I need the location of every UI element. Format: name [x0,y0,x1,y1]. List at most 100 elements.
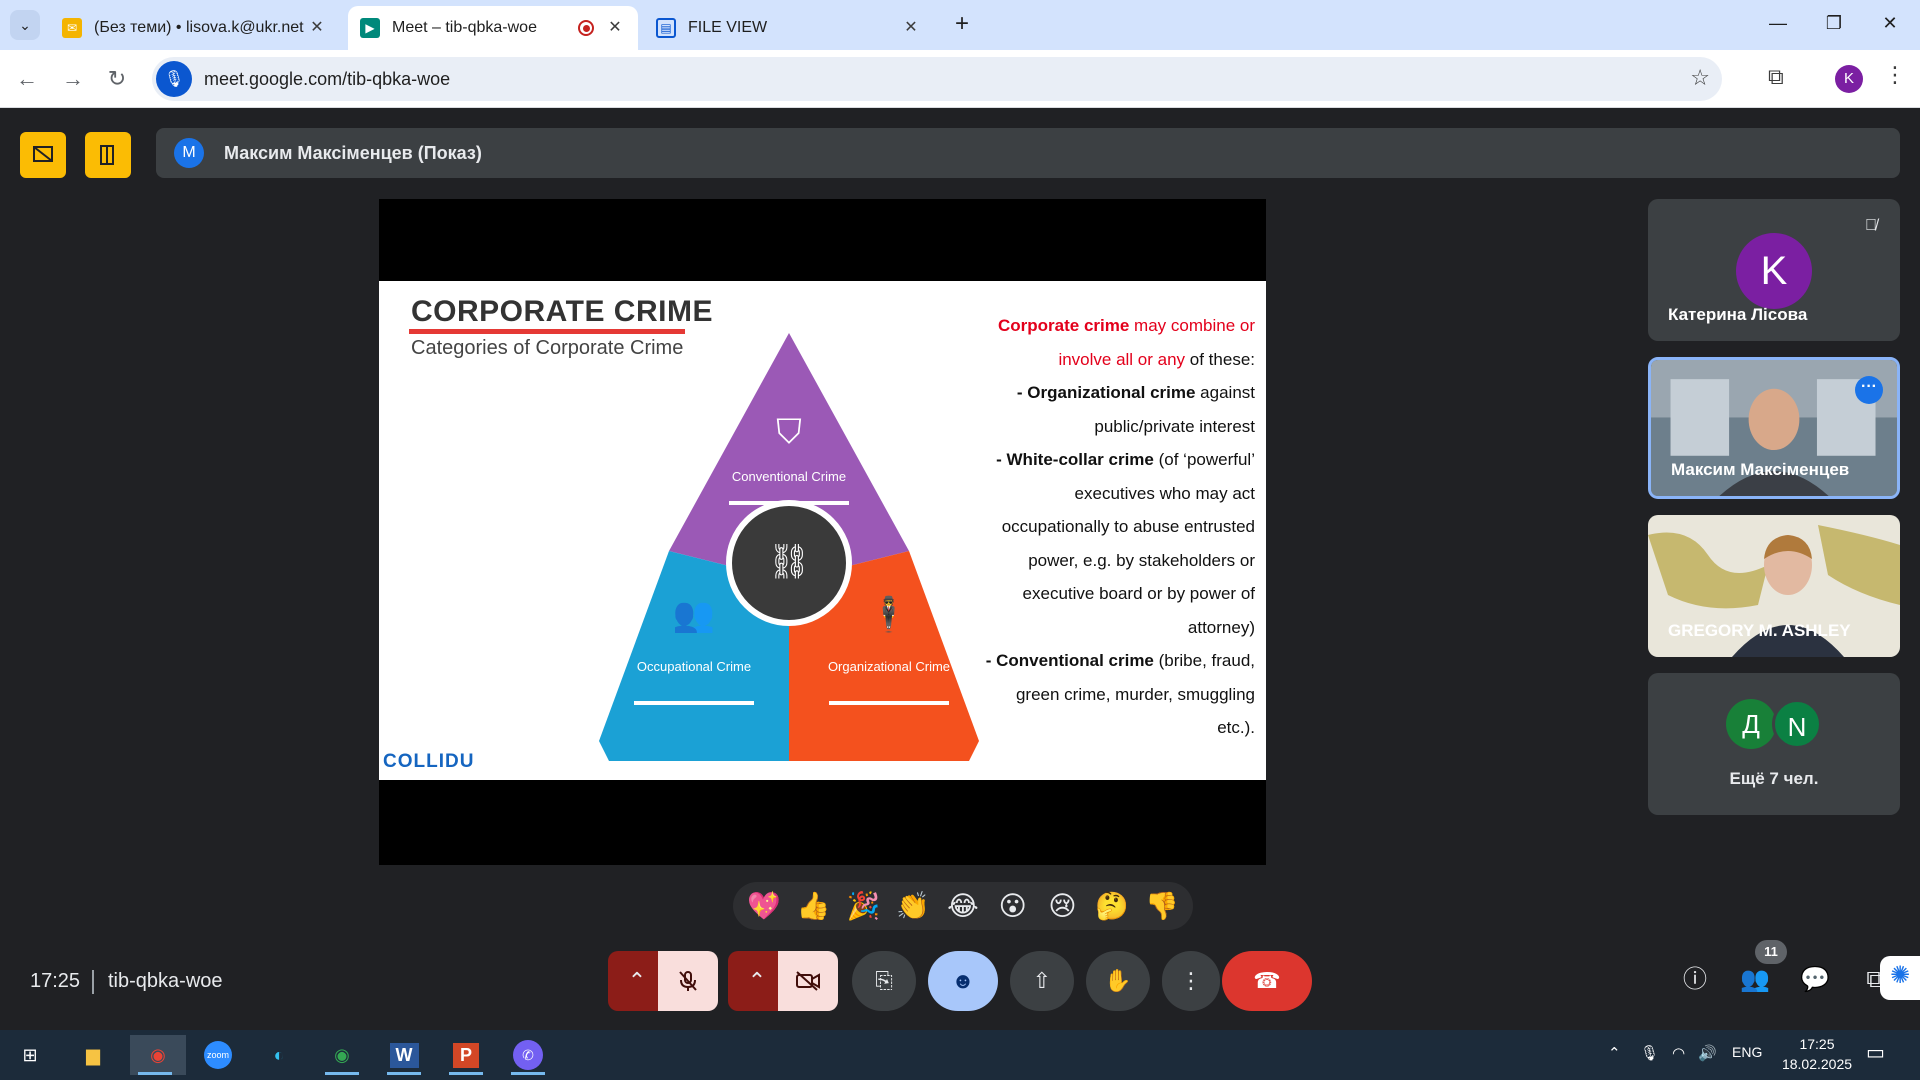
presentation-stage[interactable]: CORPORATE CRIME Categories of Corporate … [379,199,1266,865]
meeting-code: tib-qbka-woe [108,970,223,992]
tab-title: FILE VIEW [688,19,768,36]
segment-label-conventional: Conventional Crime [732,469,846,484]
notifications-icon[interactable]: ▭ [1866,1040,1885,1065]
chevron-up-icon: ⌃ [627,968,647,993]
reaction-heart[interactable]: 💖 [744,886,784,926]
raise-hand-button[interactable]: ✋ [1086,951,1150,1011]
slide-item-bold: - Conventional crime [985,651,1154,670]
reaction-sad[interactable]: 😢 [1042,886,1082,926]
extensions-icon[interactable]: ⧉ [1768,64,1784,90]
segment-label-organizational: Organizational Crime [828,659,950,674]
businessman-icon: 🕴 [868,595,910,635]
participant-tile-active[interactable]: ··· Максим Максіменцев [1648,357,1900,499]
reaction-laugh[interactable]: 😂 [943,886,983,926]
tab-strip: ⌄ ✉ (Без теми) • lisova.k@ukr.net ✕ ▶ Me… [0,0,1920,50]
present-screen-icon: ⇧ [1032,968,1052,993]
mail-icon: ✉ [62,18,82,38]
close-tab-button[interactable]: ✕ [604,17,626,39]
handcuffs-icon: ⛓ [767,542,810,582]
taskbar-date: 18.02.2025 [1781,1056,1853,1072]
tray-chevron-icon[interactable]: ⌃ [1608,1044,1621,1062]
layout-icon[interactable] [85,132,131,178]
volume-icon[interactable]: 🔊 [1698,1044,1717,1062]
more-options-button[interactable]: ⋮ [1162,951,1220,1011]
chrome-profile-icon[interactable]: ◉ [317,1035,367,1075]
captions-icon: ⎘ [875,968,893,993]
mic-off-icon [679,971,697,991]
browser-menu-icon[interactable]: ⋮ [1884,62,1906,88]
tab-meet[interactable]: ▶ Meet – tib-qbka-woe ✕ [348,6,638,50]
presenter-avatar: M [174,138,204,168]
edge-icon[interactable]: ◐ [254,1035,304,1075]
more-participants-label: Ещё 7 чел. [1729,769,1819,788]
stop-presenting-icon[interactable] [20,132,66,178]
address-bar[interactable]: 🎙 meet.google.com/tib-qbka-woe ☆ [152,57,1722,101]
segment-bar [729,501,849,505]
close-window-icon[interactable]: ✕ [1870,8,1910,38]
slide-item-bold: - White-collar crime [996,450,1154,469]
reaction-clap[interactable]: 👏 [893,886,933,926]
camera-toggle-button[interactable] [778,951,838,1011]
tab-search-button[interactable]: ⌄ [10,10,40,40]
recording-icon [578,20,594,36]
more-participants-tile[interactable]: Д N Ещё 7 чел. [1648,673,1900,815]
gemini-icon[interactable]: ✺ [1880,956,1920,1000]
reaction-party[interactable]: 🎉 [843,886,883,926]
microphone-icon[interactable]: 🎙 [156,61,192,97]
reload-icon[interactable]: ↻ [102,64,132,94]
profile-avatar[interactable]: K [1835,65,1863,93]
captions-button[interactable]: ⎘ [852,951,916,1011]
slide-text-intro: of these: [1185,349,1255,369]
back-icon[interactable]: ← [12,64,42,94]
reaction-thumbs-down[interactable]: 👎 [1142,886,1182,926]
viber-icon[interactable]: ✆ [503,1035,553,1075]
wifi-icon[interactable]: ◠ [1672,1044,1685,1062]
reaction-thinking[interactable]: 🤔 [1092,886,1132,926]
chrome-taskbar-icon[interactable]: ◉ [130,1035,186,1075]
browser-toolbar: ← → ↻ 🎙 meet.google.com/tib-qbka-woe ☆ ⧉… [0,50,1920,108]
close-tab-button[interactable]: ✕ [306,17,328,39]
tray-mic-icon[interactable]: 🎙 [1640,1044,1659,1062]
hand-icon: ✋ [1104,968,1132,993]
close-tab-button[interactable]: ✕ [900,17,922,39]
participant-avatar: N [1772,699,1822,749]
taskbar-time: 17:25 [1799,1036,1835,1052]
badge-icon: ⛉ [776,412,802,452]
powerpoint-icon[interactable]: P [441,1035,491,1075]
windows-start-icon[interactable]: ⊞ [5,1035,55,1075]
word-icon[interactable]: W [379,1035,429,1075]
tab-file-view[interactable]: ▤ FILE VIEW ✕ [644,6,934,50]
tab-title: (Без теми) • lisova.k@ukr.net [94,19,304,36]
reaction-surprised[interactable]: 😮 [993,886,1033,926]
language-indicator[interactable]: ENG [1732,1044,1762,1060]
forward-icon[interactable]: → [58,64,88,94]
emoji-icon: ☻ [951,968,975,993]
meeting-clock: 17:25 [30,970,81,992]
phone-hangup-icon: ☎ [1253,968,1281,993]
people-icon[interactable]: 👥 [1735,960,1775,1000]
participant-name: GREGORY M. ASHLEY [1668,621,1851,640]
present-button[interactable]: ⇧ [1010,951,1074,1011]
taskbar-clock[interactable]: 17:25 18.02.2025 [1772,1034,1862,1074]
reaction-thumbs-up[interactable]: 👍 [794,886,834,926]
file-explorer-icon[interactable]: ▆ [68,1035,118,1075]
participant-name: Максим Максіменцев [1671,460,1850,479]
participant-tile[interactable]: GREGORY M. ASHLEY [1648,515,1900,657]
slide-item-bold: - Organizational crime [1016,383,1196,402]
zoom-icon[interactable]: zoom [193,1035,243,1075]
chat-icon[interactable]: 💬 [1795,960,1835,1000]
more-vert-icon: ⋮ [1180,968,1202,993]
new-tab-button[interactable]: + [948,10,976,38]
restore-icon[interactable]: ❐ [1814,8,1854,38]
participant-tile[interactable]: K 🎙̸ Катерина Лісова [1648,199,1900,341]
bookmark-star-icon[interactable]: ☆ [1690,65,1710,91]
camera-off-icon [796,971,820,991]
more-options-icon[interactable]: ··· [1855,376,1883,404]
reactions-button[interactable]: ☻ [928,951,998,1011]
mic-toggle-button[interactable] [658,951,718,1011]
minimize-icon[interactable]: — [1758,8,1798,38]
presentation-banner: M Максим Максіменцев (Показ) [156,128,1900,178]
meeting-info-icon[interactable]: ⓘ [1675,960,1715,1000]
tab-mail[interactable]: ✉ (Без теми) • lisova.k@ukr.net ✕ [50,6,340,50]
leave-call-button[interactable]: ☎ [1222,951,1312,1011]
